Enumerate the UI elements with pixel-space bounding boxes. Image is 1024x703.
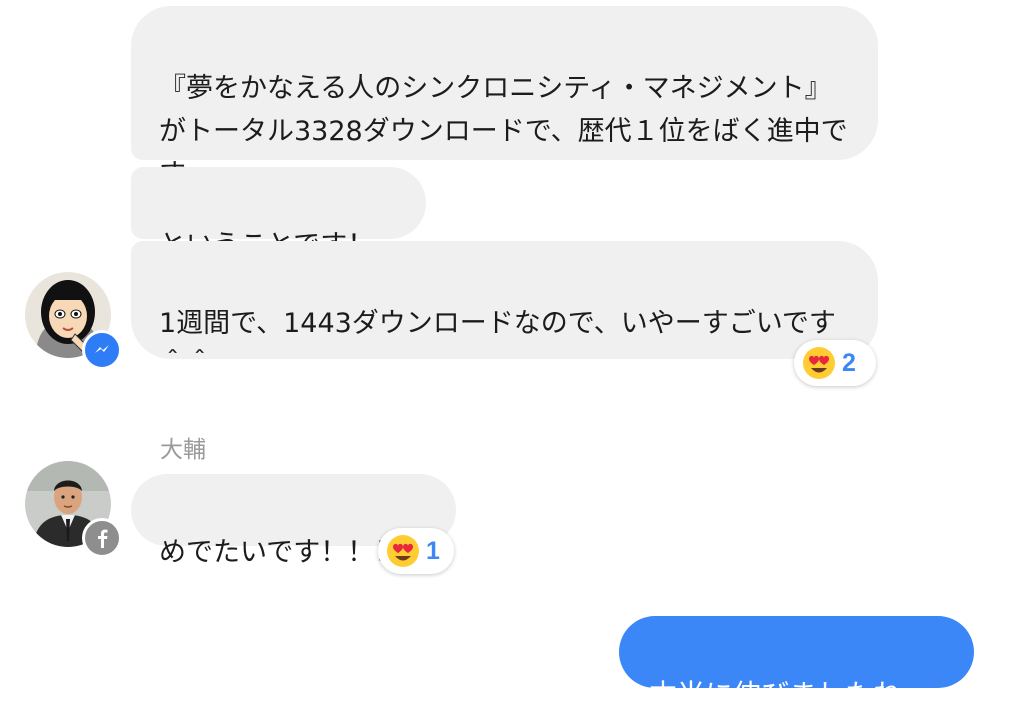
reaction-badge[interactable]: 2 (794, 340, 876, 386)
message-text: 1週間で、1443ダウンロードなので、いやーすごいです＾＾ (159, 308, 836, 382)
reaction-count: 1 (426, 536, 440, 565)
chat-thread: 『夢をかなえる人のシンクロニシティ・マネジメント』がトータル3328ダウンロード… (0, 0, 1024, 703)
message-bubble[interactable]: 『夢をかなえる人のシンクロニシティ・マネジメント』がトータル3328ダウンロード… (131, 6, 878, 190)
message-text: 本当に伸びましたねー (649, 678, 930, 703)
message-bubble[interactable]: 1週間で、1443ダウンロードなので、いやーすごいです＾＾ (131, 241, 878, 382)
message-text: めでたいです！！！ (159, 537, 402, 568)
heart-eyes-emoji-icon (803, 347, 835, 379)
facebook-icon (82, 518, 122, 558)
message-bubble[interactable]: ということです！ (131, 167, 426, 261)
heart-eyes-emoji-icon (387, 535, 419, 567)
reaction-badge[interactable]: 1 (378, 528, 454, 574)
sender-name: 大輔 (160, 437, 206, 463)
outgoing-message-bubble[interactable]: 本当に伸びましたねー (619, 616, 974, 703)
messenger-icon (82, 330, 122, 370)
reaction-count: 2 (842, 348, 856, 377)
